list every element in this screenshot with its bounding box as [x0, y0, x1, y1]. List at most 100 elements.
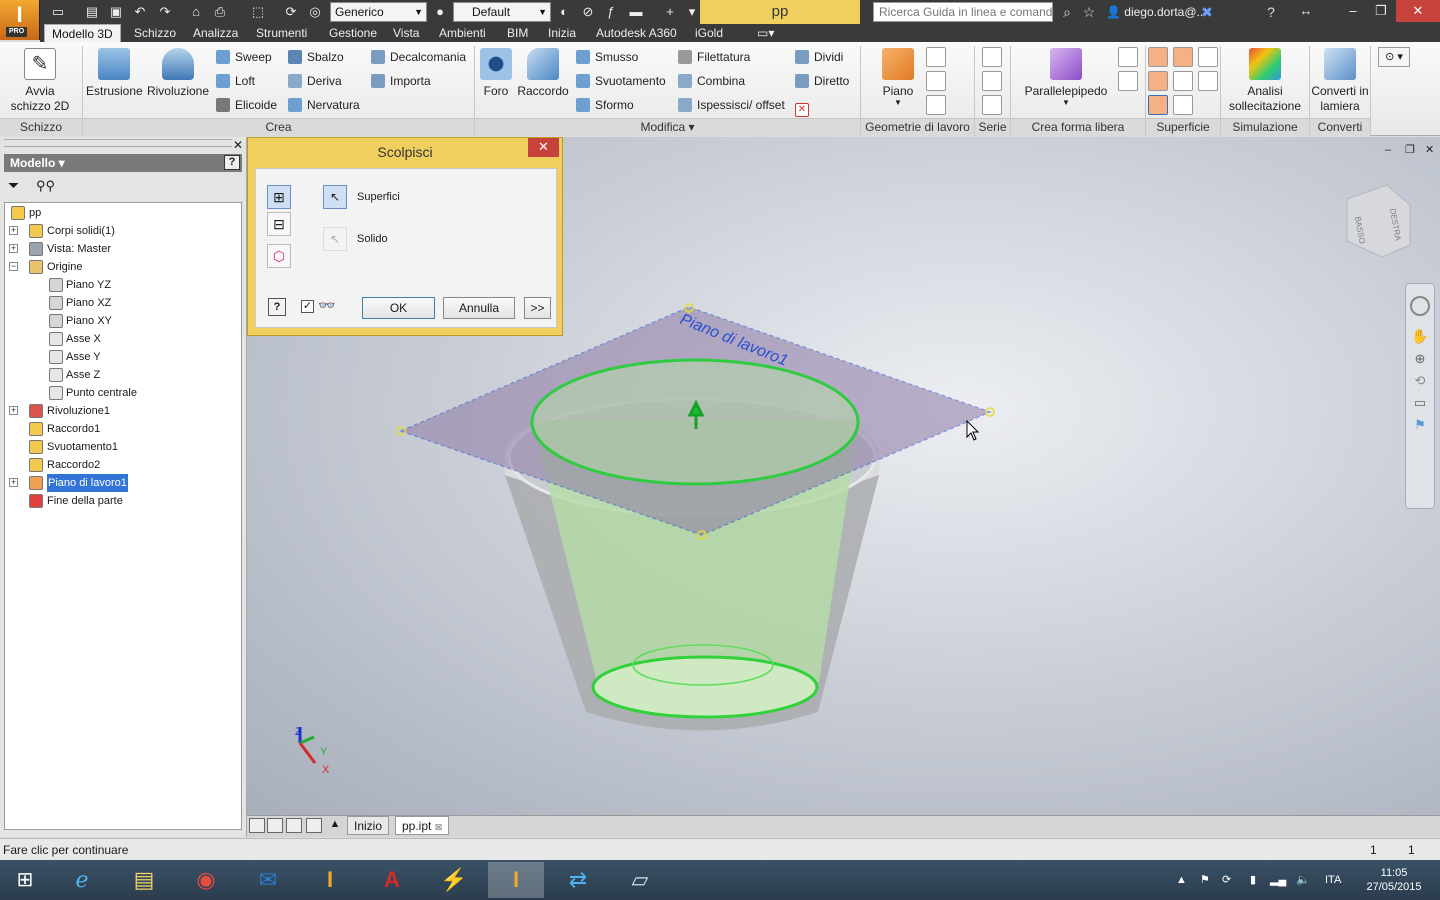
- minimize-button[interactable]: –: [1340, 0, 1366, 22]
- close-window-button[interactable]: ✕: [1396, 0, 1440, 22]
- derive-button[interactable]: Deriva: [288, 71, 342, 91]
- autocad-icon[interactable]: A: [364, 862, 420, 898]
- material-combo[interactable]: Generico ▼: [330, 2, 427, 22]
- emboss-button[interactable]: Sbalzo: [288, 47, 344, 67]
- tree-node[interactable]: + Rivoluzione1: [5, 402, 241, 420]
- tab-analizza[interactable]: Analizza: [186, 24, 245, 42]
- ok-button[interactable]: OK: [362, 297, 435, 319]
- browser-grip[interactable]: [4, 139, 232, 147]
- undo-icon[interactable]: ↶: [132, 4, 148, 20]
- zoom-icon[interactable]: ⊕: [1406, 351, 1434, 367]
- tree-node[interactable]: Piano XY: [5, 312, 241, 330]
- tile-vertical-icon[interactable]: [306, 818, 322, 833]
- tree-node[interactable]: pp: [5, 204, 241, 222]
- tree-node[interactable]: Raccordo1: [5, 420, 241, 438]
- notes-icon[interactable]: ▱: [612, 862, 668, 898]
- update-icon[interactable]: ⟳: [283, 4, 299, 20]
- preview-checkbox[interactable]: ✓: [301, 300, 314, 313]
- convert-sheet-metal-button[interactable]: Converti in lamiera: [1310, 46, 1370, 114]
- stress-analysis-button[interactable]: Analisi sollecitazione: [1224, 46, 1306, 114]
- work-axis-icon[interactable]: [926, 47, 946, 67]
- tree-node[interactable]: Piano YZ: [5, 276, 241, 294]
- dialog-close-button[interactable]: ✕: [528, 138, 559, 157]
- tab-schizzo[interactable]: Schizzo: [127, 24, 183, 42]
- expand-icon[interactable]: +: [9, 244, 18, 253]
- redo-icon[interactable]: ↷: [157, 4, 173, 20]
- panel-modifica-label[interactable]: Modifica ▾: [475, 118, 860, 136]
- restore-button[interactable]: ❐: [1368, 0, 1394, 22]
- delete-face-tool-icon[interactable]: [1173, 71, 1193, 91]
- find-binoculars-icon[interactable]: ⚲⚲: [36, 178, 55, 194]
- customize-quickaccess-icon[interactable]: ▾: [684, 4, 700, 20]
- sweep-button[interactable]: Sweep: [216, 47, 272, 67]
- file-explorer-icon[interactable]: ▤: [116, 862, 172, 898]
- tree-node[interactable]: Asse Z: [5, 366, 241, 384]
- cascade-icon[interactable]: [249, 818, 265, 833]
- sculpt-icon[interactable]: [1148, 95, 1168, 115]
- pan-icon[interactable]: ✋: [1406, 328, 1434, 345]
- circular-pattern-icon[interactable]: [982, 71, 1002, 91]
- application-menu-button[interactable]: I PRO: [0, 0, 40, 40]
- save-icon[interactable]: ▣: [108, 4, 124, 20]
- ribbon-options-dropdown[interactable]: ⊙ ▾: [1378, 47, 1410, 67]
- tree-node[interactable]: Svuotamento1: [5, 438, 241, 456]
- inventor-icon[interactable]: I: [302, 862, 358, 898]
- coil-button[interactable]: Elicoide: [216, 95, 277, 115]
- appearance-combo[interactable]: Default ▼: [453, 2, 551, 22]
- teamviewer-icon[interactable]: ⇄: [550, 862, 606, 898]
- revolve-button[interactable]: Rivoluzione: [146, 46, 210, 98]
- viewport-minimize-icon[interactable]: –: [1385, 144, 1391, 156]
- patch-icon[interactable]: [1148, 71, 1168, 91]
- rectangular-pattern-icon[interactable]: [982, 47, 1002, 67]
- open-documents-icon[interactable]: ▲: [327, 818, 343, 833]
- tab-igold[interactable]: iGold: [688, 24, 730, 42]
- join-icon[interactable]: ⊞: [267, 185, 291, 209]
- expand-icon[interactable]: +: [9, 478, 18, 487]
- close-tab-icon[interactable]: ⊠: [435, 822, 443, 832]
- repair-bodies-icon[interactable]: [1198, 47, 1218, 67]
- mirror-icon[interactable]: [982, 95, 1002, 115]
- tree-node[interactable]: Piano XZ: [5, 294, 241, 312]
- hole-button[interactable]: Foro: [478, 46, 514, 98]
- help-search-input[interactable]: Ricerca Guida in linea e comand: [873, 2, 1053, 22]
- draft-button[interactable]: Sformo: [576, 95, 634, 115]
- cancel-button[interactable]: Annulla: [443, 297, 515, 319]
- clear-appearance-icon[interactable]: ⊘: [580, 4, 596, 20]
- import-button[interactable]: Importa: [371, 71, 431, 91]
- tab-home[interactable]: Inizio: [347, 816, 390, 835]
- tree-node[interactable]: − Origine: [5, 258, 241, 276]
- measure-icon[interactable]: ◎: [307, 4, 323, 20]
- tab-options-icon[interactable]: ▭▾: [750, 24, 781, 42]
- close-pane-icon[interactable]: ✕: [233, 138, 243, 152]
- resize-icon[interactable]: ↔: [1295, 0, 1317, 22]
- battery-icon[interactable]: ▮: [1250, 860, 1256, 900]
- expand-icon[interactable]: +: [9, 406, 18, 415]
- tile-icon[interactable]: [267, 818, 283, 833]
- tile-horizontal-icon[interactable]: [286, 818, 302, 833]
- network-icon[interactable]: ▂▄: [1270, 860, 1286, 900]
- viewport-close-icon[interactable]: ✕: [1425, 143, 1434, 156]
- help-icon[interactable]: ?: [1262, 3, 1280, 21]
- new-file-icon[interactable]: ▭: [50, 4, 66, 20]
- search-icon[interactable]: ⌕: [1058, 3, 1076, 21]
- open-file-icon[interactable]: ▤: [84, 4, 100, 20]
- tab-vista[interactable]: Vista: [386, 24, 426, 42]
- thicken-offset-button[interactable]: Ispessisci/ offset: [678, 95, 785, 115]
- tree-node[interactable]: Punto centrale: [5, 384, 241, 402]
- surfaces-select-button[interactable]: ↖: [323, 185, 347, 209]
- viewport-restore-icon[interactable]: ❐: [1405, 143, 1415, 156]
- tab-strumenti[interactable]: Strumenti: [249, 24, 314, 42]
- tree-node[interactable]: + Vista: Master: [5, 240, 241, 258]
- loft-button[interactable]: Loft: [216, 71, 255, 91]
- tray-expand-icon[interactable]: ▲: [1176, 860, 1187, 900]
- sync-icon[interactable]: ⟳: [1222, 860, 1231, 900]
- user-account[interactable]: 👤 diego.dorta@...: [1106, 0, 1207, 24]
- chamfer-button[interactable]: Smusso: [576, 47, 638, 67]
- freeform-face-icon[interactable]: [1118, 47, 1138, 67]
- combine-button[interactable]: Combina: [678, 71, 745, 91]
- tab-document[interactable]: pp.ipt ⊠: [395, 816, 450, 835]
- orbit-icon[interactable]: ⟲: [1406, 373, 1434, 389]
- decal-button[interactable]: Decalcomania: [371, 47, 466, 67]
- tab-ambienti[interactable]: Ambienti: [432, 24, 493, 42]
- select-icon[interactable]: ⬚: [250, 4, 266, 20]
